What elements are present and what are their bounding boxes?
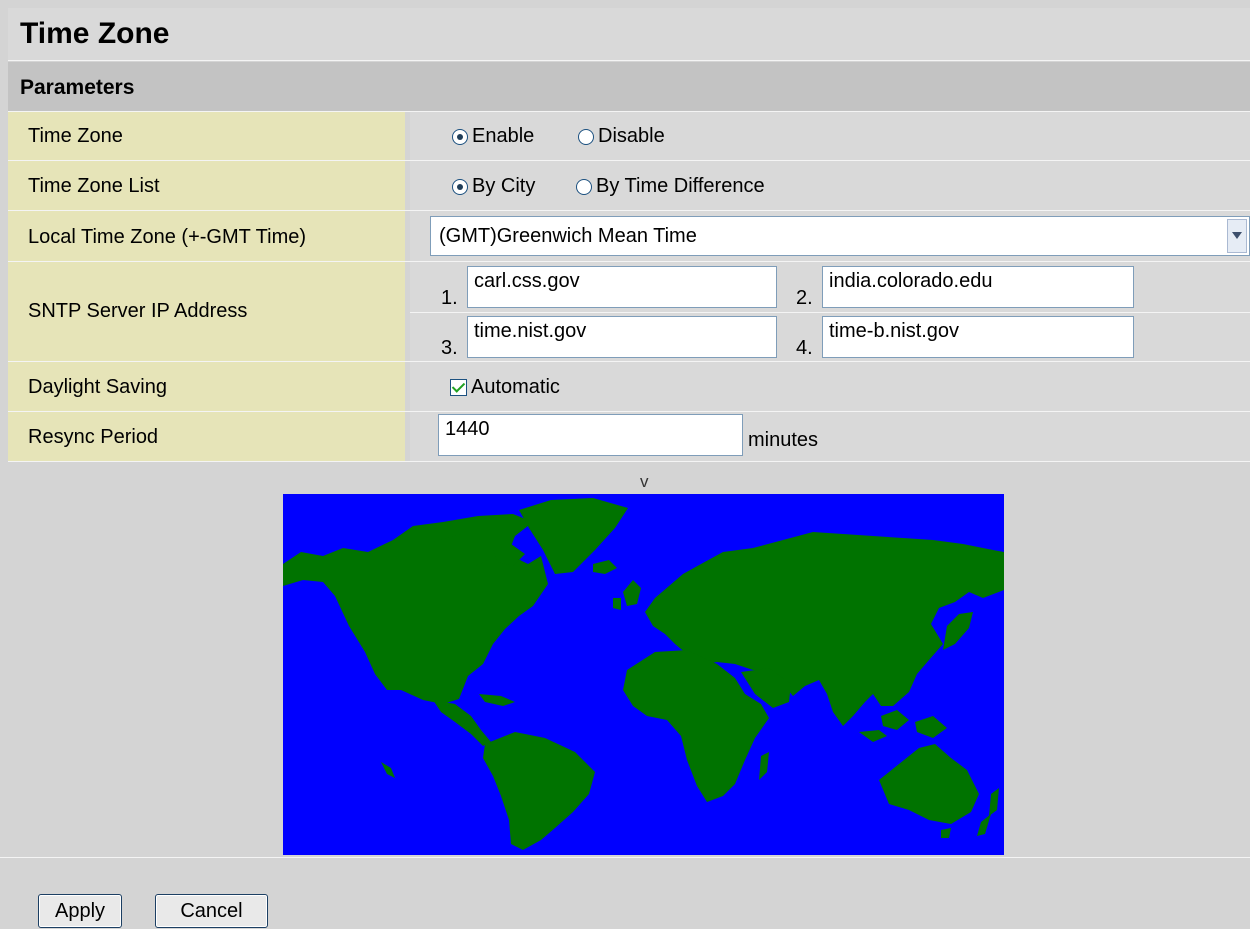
sntp-server-1-input[interactable]: carl.css.gov: [467, 266, 777, 308]
time-zone-row: Time Zone Enable Disable: [8, 112, 1250, 160]
by-city-radio[interactable]: By City: [452, 175, 535, 198]
time-zone-disable-radio[interactable]: Disable: [578, 125, 665, 148]
daylight-saving-row: Daylight Saving Automatic: [8, 362, 1250, 411]
daylight-saving-label: Daylight Saving: [28, 376, 167, 398]
sntp-server-2-input[interactable]: india.colorado.edu: [822, 266, 1134, 308]
resync-period-label: Resync Period: [28, 426, 159, 448]
time-zone-list-row: Time Zone List By City By Time Differenc…: [8, 161, 1250, 210]
sntp-server-3-input[interactable]: time.nist.gov: [467, 316, 777, 358]
local-time-zone-label: Local Time Zone (+-GMT Time): [28, 226, 307, 248]
radio-selected-icon[interactable]: [452, 128, 468, 145]
time-zone-marker: v: [640, 472, 649, 491]
section-title: Parameters: [20, 76, 135, 99]
time-zone-list-label: Time Zone List: [28, 175, 160, 197]
radio-unselected-icon[interactable]: [578, 128, 594, 145]
apply-button[interactable]: Apply: [38, 894, 122, 928]
page-header: Time Zone: [8, 8, 1250, 61]
sntp-server-3-index: 3.: [441, 337, 458, 359]
local-time-zone-select[interactable]: (GMT)Greenwich Mean Time: [430, 216, 1250, 256]
sntp-server-2-index: 2.: [796, 287, 813, 309]
radio-unselected-icon[interactable]: [576, 178, 592, 195]
resync-period-unit: minutes: [748, 429, 819, 451]
sntp-server-4-index: 4.: [796, 337, 813, 359]
sntp-server-4-input[interactable]: time-b.nist.gov: [822, 316, 1134, 358]
by-time-difference-radio[interactable]: By Time Difference: [576, 175, 765, 198]
sntp-server-label: SNTP Server IP Address: [28, 300, 248, 322]
resync-period-input[interactable]: 1440: [438, 414, 743, 456]
section-header: Parameters: [8, 62, 1250, 112]
local-time-zone-selected-value: (GMT)Greenwich Mean Time: [439, 225, 697, 247]
chevron-down-icon[interactable]: [1227, 219, 1247, 253]
time-zone-enable-radio[interactable]: Enable: [452, 125, 534, 148]
divider: [410, 312, 1250, 313]
radio-selected-icon[interactable]: [452, 178, 468, 195]
world-map[interactable]: [283, 494, 1004, 855]
page-title: Time Zone: [20, 17, 170, 50]
sntp-server-1-index: 1.: [441, 287, 458, 309]
cancel-button[interactable]: Cancel: [155, 894, 268, 928]
daylight-saving-automatic-checkbox[interactable]: Automatic: [450, 376, 560, 399]
time-zone-label: Time Zone: [28, 125, 123, 147]
checkbox-checked-icon[interactable]: [450, 379, 467, 396]
